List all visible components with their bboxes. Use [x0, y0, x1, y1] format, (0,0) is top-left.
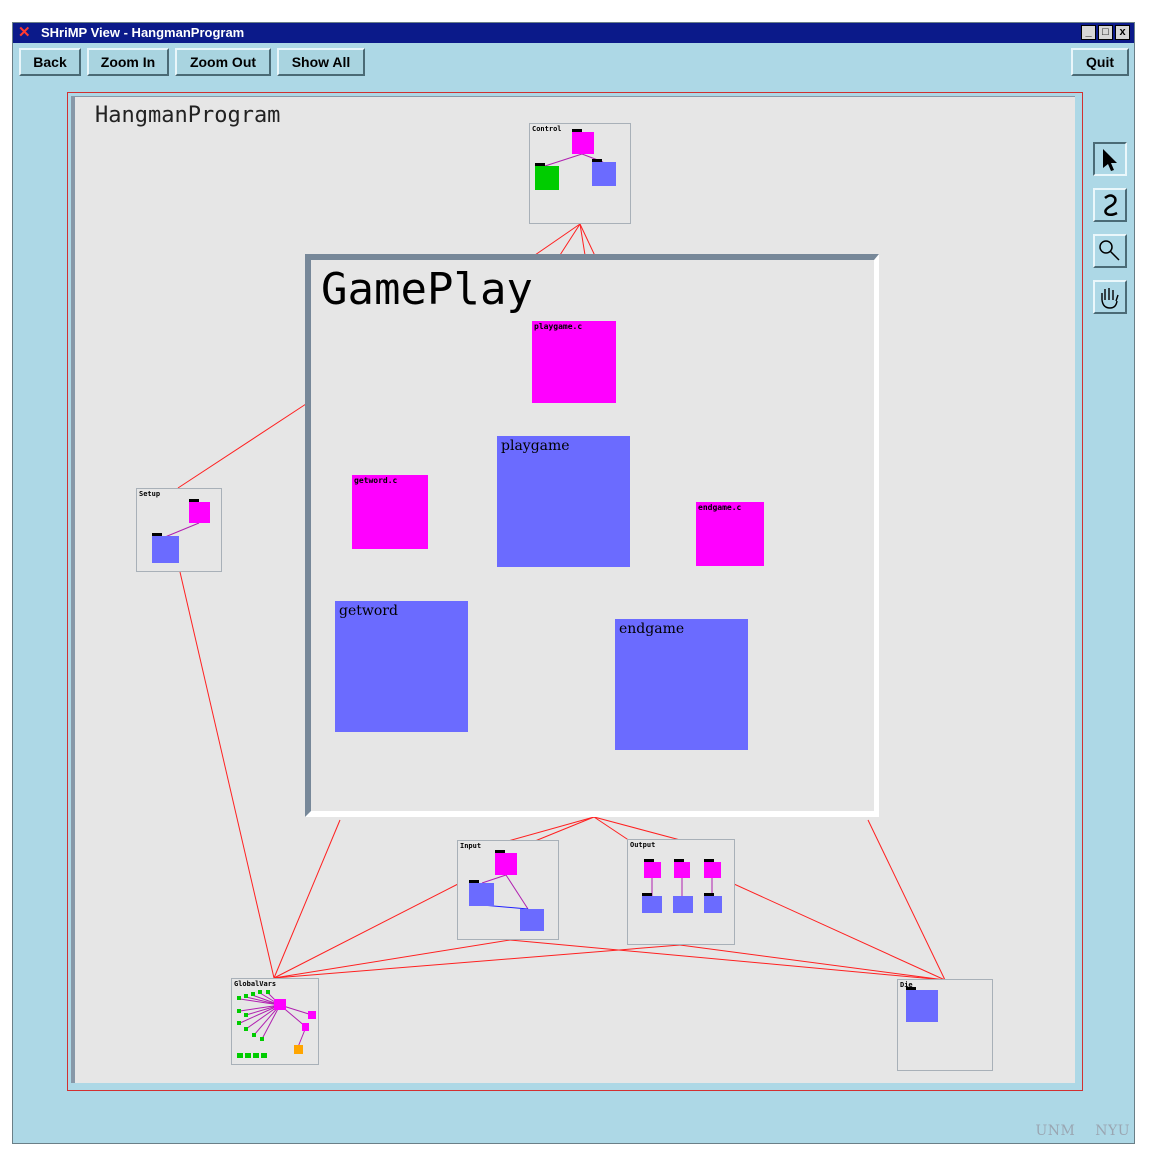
node-globalvars[interactable]: GlobalVars	[231, 978, 319, 1065]
globalvars-var-3[interactable]	[251, 992, 255, 996]
globalvars-file-block-2[interactable]	[308, 1011, 316, 1019]
output-function-block-2[interactable]	[673, 896, 693, 913]
output-function-block-1[interactable]	[642, 893, 662, 913]
node-die[interactable]: Die	[897, 979, 993, 1071]
setup-function-block[interactable]	[152, 533, 179, 563]
setup-file-block[interactable]	[189, 499, 210, 523]
endgame-function[interactable]: endgame	[615, 619, 748, 750]
globalvars-var-1[interactable]	[237, 996, 241, 1000]
node-input[interactable]: Input	[457, 840, 559, 940]
globalvars-var-2[interactable]	[244, 994, 248, 998]
hand-pan-icon[interactable]	[1093, 280, 1127, 314]
input-file-block[interactable]	[495, 850, 517, 875]
playgame-c-file[interactable]: playgame.c	[532, 321, 616, 403]
input-function-block-1[interactable]	[469, 880, 494, 906]
playgame-label: playgame	[501, 438, 570, 454]
globalvars-var-8[interactable]	[237, 1021, 241, 1025]
globalvars-var-6[interactable]	[237, 1009, 241, 1013]
globalvars-file-block-3[interactable]	[302, 1023, 309, 1031]
globalvars-var-7[interactable]	[244, 1013, 248, 1017]
node-globalvars-edges	[239, 992, 313, 1048]
node-output-edges	[651, 878, 713, 896]
die-function-block[interactable]	[906, 987, 938, 1022]
endgame-c-file[interactable]: endgame.c	[696, 502, 764, 566]
globalvars-orange-block[interactable]	[294, 1045, 303, 1054]
magnifier-icon[interactable]	[1093, 234, 1127, 268]
link-squiggle-icon[interactable]	[1093, 188, 1127, 222]
playgame-function[interactable]: playgame	[497, 436, 630, 567]
endgame-c-label: endgame.c	[698, 503, 742, 512]
getword-function[interactable]: getword	[335, 601, 468, 732]
getword-c-file[interactable]: getword.c	[352, 475, 428, 549]
globalvars-var-4[interactable]	[258, 990, 262, 994]
globalvars-var-9[interactable]	[244, 1027, 248, 1031]
control-green-block[interactable]	[535, 163, 559, 190]
output-file-block-2[interactable]	[674, 859, 690, 878]
globalvars-var-5[interactable]	[266, 990, 270, 994]
input-function-block-2[interactable]	[520, 909, 544, 931]
output-file-block-3[interactable]	[704, 859, 721, 878]
node-setup[interactable]: Setup	[136, 488, 222, 572]
playgame-c-label: playgame.c	[534, 322, 583, 331]
output-function-block-3[interactable]	[704, 893, 722, 913]
endgame-label: endgame	[619, 621, 685, 637]
globalvars-file-block[interactable]	[274, 999, 286, 1010]
globalvars-var-12[interactable]	[237, 1053, 243, 1058]
globalvars-var-10[interactable]	[252, 1033, 256, 1037]
output-file-block-1[interactable]	[644, 859, 661, 878]
globalvars-var-14[interactable]	[253, 1053, 259, 1058]
control-file-block[interactable]	[572, 129, 594, 154]
gameplay-title: GamePlay	[321, 264, 533, 315]
globalvars-var-13[interactable]	[245, 1053, 251, 1058]
getword-label: getword	[339, 603, 398, 619]
select-arrow-icon[interactable]	[1093, 142, 1127, 176]
getword-c-label: getword.c	[354, 476, 398, 485]
node-control[interactable]: Control	[529, 123, 631, 224]
globalvars-var-15[interactable]	[261, 1053, 267, 1058]
node-output[interactable]: Output	[627, 839, 735, 945]
globalvars-var-11[interactable]	[260, 1037, 264, 1041]
control-function-block[interactable]	[592, 159, 616, 186]
